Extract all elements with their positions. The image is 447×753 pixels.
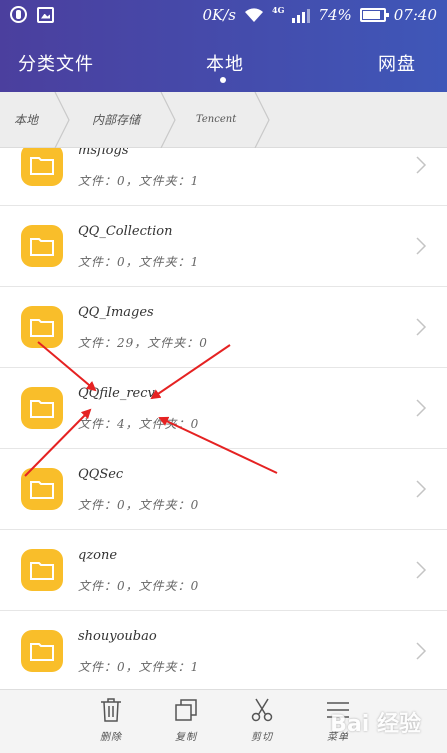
file-meta: 文件：0，文件夹：0 xyxy=(78,498,200,512)
watermark-logo: Bai 经验 xyxy=(330,712,421,737)
battery-level: 74% xyxy=(318,6,352,24)
status-bar: 0K/s 4G 74% 07:40 xyxy=(0,0,447,32)
list-item-qq-images[interactable]: QQ_Images 文件：29，文件夹：0 xyxy=(0,287,447,368)
list-item-qq-collection[interactable]: QQ_Collection 文件：0，文件夹：1 xyxy=(0,206,447,287)
folder-icon xyxy=(21,630,63,672)
app-notification-icon xyxy=(10,6,27,23)
trash-icon xyxy=(101,698,121,722)
file-meta: 文件：0，文件夹：1 xyxy=(78,660,200,674)
bottom-toolbar: 删除 复制 剪切 菜单 Bai 经验 xyxy=(0,689,447,753)
folder-icon xyxy=(21,148,63,186)
delete-button[interactable]: 删除 xyxy=(91,698,131,743)
tab-bar: 分类文件 本地 网盘 xyxy=(0,32,447,92)
breadcrumb-separator-icon xyxy=(160,92,176,148)
file-name: QQfile_recv xyxy=(78,386,155,401)
chevron-right-icon xyxy=(416,318,427,336)
file-meta: 文件：0，文件夹：1 xyxy=(78,255,200,269)
folder-icon xyxy=(21,306,63,348)
file-name: QQ_Collection xyxy=(78,224,173,239)
copy-label: 复制 xyxy=(175,732,197,743)
battery-icon xyxy=(359,8,389,22)
list-item-msflogs[interactable]: msflogs 文件：0，文件夹：1 xyxy=(0,148,447,206)
cut-button[interactable]: 剪切 xyxy=(242,698,282,743)
copy-icon xyxy=(175,699,197,721)
breadcrumb-item-tencent[interactable]: Tencent xyxy=(196,92,236,148)
file-meta: 文件：0，文件夹：0 xyxy=(78,579,200,593)
file-name: msflogs xyxy=(78,148,129,158)
file-list: msflogs 文件：0，文件夹：1 QQ_Collection 文件：0，文件… xyxy=(0,148,447,689)
breadcrumb-item-internal-storage[interactable]: 内部存储 xyxy=(92,92,140,148)
tab-cloud[interactable]: 网盘 xyxy=(378,50,416,76)
file-meta: 文件：4，文件夹：0 xyxy=(78,417,200,431)
file-name: qzone xyxy=(78,548,118,563)
folder-icon xyxy=(21,225,63,267)
chevron-right-icon xyxy=(416,156,427,174)
net-speed: 0K/s xyxy=(202,6,237,24)
list-item-shouyoubao[interactable]: shouyoubao 文件：0，文件夹：1 xyxy=(0,611,447,689)
list-item-qqsec[interactable]: QQSec 文件：0，文件夹：0 xyxy=(0,449,447,530)
cut-label: 剪切 xyxy=(251,732,273,743)
breadcrumb-item-local[interactable]: 本地 xyxy=(14,92,38,148)
active-tab-indicator xyxy=(220,77,226,83)
chevron-right-icon xyxy=(416,642,427,660)
wifi-icon xyxy=(245,8,264,22)
list-item-qqfile-recv[interactable]: QQfile_recv 文件：4，文件夹：0 xyxy=(0,368,447,449)
file-name: QQSec xyxy=(78,467,124,482)
tab-local[interactable]: 本地 xyxy=(206,50,244,76)
tab-category[interactable]: 分类文件 xyxy=(18,50,94,76)
chevron-right-icon xyxy=(416,480,427,498)
file-meta: 文件：29，文件夹：0 xyxy=(78,336,208,350)
scissors-icon xyxy=(251,698,273,722)
list-item-qzone[interactable]: qzone 文件：0，文件夹：0 xyxy=(0,530,447,611)
breadcrumb-separator-icon xyxy=(254,92,270,148)
folder-icon xyxy=(21,468,63,510)
chevron-right-icon xyxy=(416,561,427,579)
chevron-right-icon xyxy=(416,237,427,255)
file-name: QQ_Images xyxy=(78,305,154,320)
folder-icon xyxy=(21,549,63,591)
file-name: shouyoubao xyxy=(78,629,157,644)
clock: 07:40 xyxy=(393,6,437,24)
folder-icon xyxy=(21,387,63,429)
file-meta: 文件：0，文件夹：1 xyxy=(78,174,200,188)
network-type: 4G xyxy=(272,5,285,15)
breadcrumb: 本地 内部存储 Tencent xyxy=(0,92,447,148)
delete-label: 删除 xyxy=(100,732,122,743)
chevron-right-icon xyxy=(416,399,427,417)
copy-button[interactable]: 复制 xyxy=(166,698,206,743)
breadcrumb-separator-icon xyxy=(54,92,70,148)
signal-icon xyxy=(292,7,311,23)
image-notification-icon xyxy=(37,6,54,23)
